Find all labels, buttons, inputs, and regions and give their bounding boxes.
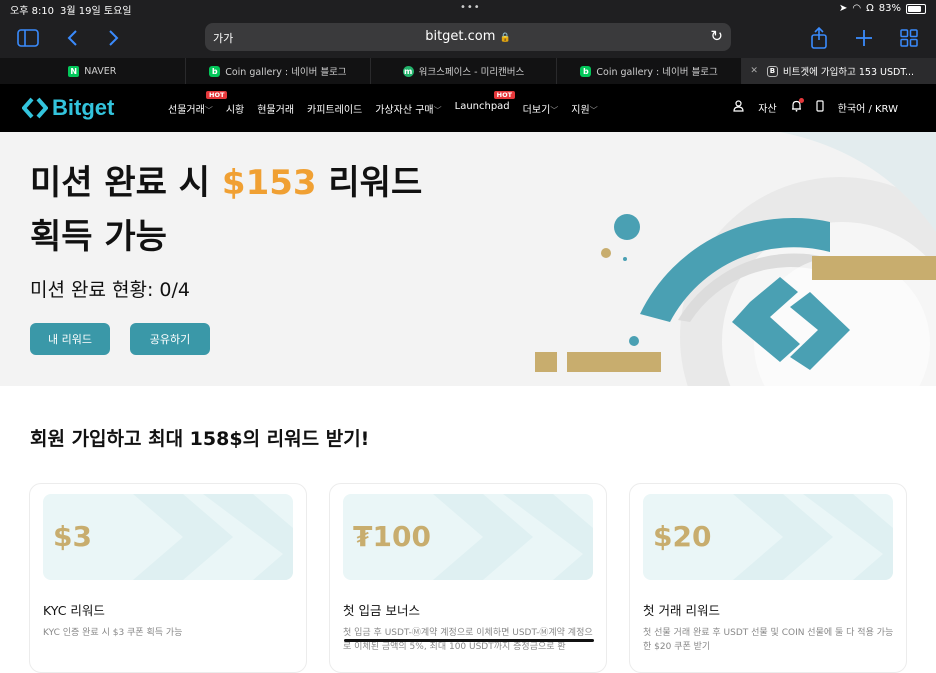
lock-icon: 🔒 <box>499 33 511 43</box>
header-actions: 자산 한국어 / KRW <box>733 98 898 115</box>
menu-label: 현물거래 <box>257 105 295 116</box>
hero-title-prefix: 미션 완료 시 <box>30 163 222 203</box>
menu-futures[interactable]: HOT 선물거래﹀ <box>168 91 228 116</box>
menu-support[interactable]: 지원﹀ <box>571 101 597 116</box>
reload-icon[interactable]: ↻ <box>710 27 723 45</box>
tab-bitget-active[interactable]: ✕ B 비트겟에 가입하고 153 USDT... <box>742 58 936 84</box>
logo-text: Bitget <box>52 95 115 120</box>
menu-label: 시황 <box>225 105 245 116</box>
hot-badge: HOT <box>206 91 228 99</box>
back-chevron-icon[interactable] <box>60 26 84 50</box>
browser-toolbar: 가가 bitget.com 🔒 ↻ <box>0 18 936 58</box>
bell-icon[interactable] <box>791 98 804 115</box>
main-menu: HOT 선물거래﹀ 시황 현물거래 카피트레이드 가상자산 구매﹀ HOT Laun… <box>168 91 611 116</box>
site-header: Bitget HOT 선물거래﹀ 시황 현물거래 카피트레이드 가상자산 구매﹀ … <box>0 84 936 132</box>
hero-title-amount: $153 <box>221 163 317 203</box>
url-text: bitget.com <box>425 29 496 44</box>
headphones-icon: Ω <box>866 3 874 14</box>
reward-card-first-deposit[interactable]: ₮100 첫 입금 보너스 첫 입금 후 USDT-Ⓜ계약 계정으로 이체하면 … <box>329 483 607 673</box>
menu-label: 지원 <box>571 105 590 116</box>
section-title: 회원 가입하고 최대 158$의 리워드 받기! <box>30 428 370 450</box>
forward-chevron-icon[interactable] <box>102 26 126 50</box>
share-icon[interactable] <box>807 26 831 50</box>
menu-buy-crypto[interactable]: 가상자산 구매﹀ <box>375 101 441 116</box>
naver-icon: N <box>68 65 80 77</box>
tab-title: NAVER <box>84 65 117 77</box>
menu-markets[interactable]: 시황 <box>226 101 244 116</box>
browser-tabs: N NAVER b Coin gallery : 네이버 블로그 m 워크스페이… <box>0 58 936 84</box>
multitask-dots[interactable]: ••• <box>460 2 481 13</box>
tab-coin-gallery-2[interactable]: b Coin gallery : 네이버 블로그 <box>557 58 743 84</box>
menu-more[interactable]: 더보기﹀ <box>523 101 559 116</box>
bitget-favicon-icon: B <box>766 65 778 77</box>
new-tab-icon[interactable] <box>852 26 876 50</box>
assets-link[interactable]: 자산 <box>758 100 776 115</box>
tab-workspace[interactable]: m 워크스페이스 - 미리캔버스 <box>371 58 557 84</box>
share-button[interactable]: 공유하기 <box>130 323 210 355</box>
tab-title: Coin gallery : 네이버 블로그 <box>225 67 347 78</box>
reward-card-first-trade[interactable]: $20 첫 거래 리워드 첫 선물 거래 완료 후 USDT 선물 및 COIN… <box>629 483 907 673</box>
card-amount: ₮100 <box>353 520 431 553</box>
reward-card-kyc[interactable]: $3 KYC 리워드 KYC 인증 완료 시 $3 쿠폰 획득 가능 <box>29 483 307 673</box>
chevron-down-icon: ﹀ <box>204 106 213 115</box>
tab-naver[interactable]: N NAVER <box>0 58 186 84</box>
card-description: KYC 인증 완료 시 $3 쿠폰 획득 가능 <box>43 628 183 638</box>
menu-label: 카피트레이드 <box>307 105 363 116</box>
bitget-logo-icon <box>22 97 48 119</box>
card-amount: $3 <box>53 520 92 553</box>
menu-label: 가상자산 구매 <box>375 105 434 116</box>
ios-status-bar: 오후 8:10 3월 19일 토요일 ••• ➤ ◠ Ω 83% <box>0 0 936 18</box>
chevron-down-icon: ﹀ <box>433 106 442 115</box>
sidebar-icon[interactable] <box>16 26 40 50</box>
blog-icon: b <box>209 65 221 77</box>
card-amount: $20 <box>653 520 712 553</box>
status-right: ➤ ◠ Ω 83% <box>839 3 926 14</box>
card-banner: $20 <box>643 494 893 580</box>
hero-title-suffix: 리워드 <box>316 163 423 203</box>
menu-copy-trade[interactable]: 카피트레이드 <box>307 101 362 116</box>
menu-launchpad[interactable]: HOT Launchpad <box>454 91 516 116</box>
language-selector[interactable]: 한국어 / KRW <box>838 100 898 115</box>
workspace-icon: m <box>402 65 414 77</box>
mobile-icon[interactable] <box>816 100 824 115</box>
tab-title: 워크스페이스 - 미리캔버스 <box>418 67 525 78</box>
hero-illustration <box>535 132 936 386</box>
tab-coin-gallery[interactable]: b Coin gallery : 네이버 블로그 <box>186 58 372 84</box>
url-host: bitget.com 🔒 <box>205 29 731 44</box>
hero-title: 미션 완료 시 $153 리워드 획득 가능 <box>30 156 422 264</box>
menu-label: 선물거래 <box>168 105 205 116</box>
notification-dot <box>798 98 804 103</box>
status-time: 오후 8:10 <box>10 5 55 17</box>
chevron-down-icon: ﹀ <box>589 106 598 115</box>
user-icon[interactable] <box>733 100 744 115</box>
card-title: KYC 리워드 <box>43 603 105 618</box>
tab-overview-icon[interactable] <box>897 26 921 50</box>
menu-label: Launchpad <box>454 101 510 112</box>
tab-title: Coin gallery : 네이버 블로그 <box>596 67 718 78</box>
battery-icon <box>906 3 926 14</box>
blog-icon: b <box>580 65 592 77</box>
menu-spot[interactable]: 현물거래 <box>257 101 294 116</box>
card-banner: ₮100 <box>343 494 593 580</box>
card-banner: $3 <box>43 494 293 580</box>
address-bar[interactable]: 가가 bitget.com 🔒 ↻ <box>205 23 731 51</box>
status-date: 3월 19일 토요일 <box>60 5 132 17</box>
mission-progress: 미션 완료 현황: 0/4 <box>30 279 190 301</box>
text-selection-bar <box>344 639 594 642</box>
menu-label: 더보기 <box>522 105 551 116</box>
chevron-down-icon: ﹀ <box>550 106 559 115</box>
close-tab-icon[interactable]: ✕ <box>750 66 758 76</box>
my-rewards-button[interactable]: 내 리워드 <box>30 323 110 355</box>
wifi-icon: ◠ <box>852 3 862 14</box>
hero-banner: 미션 완료 시 $153 리워드 획득 가능 미션 완료 현황: 0/4 내 리… <box>0 132 936 386</box>
tab-title: 비트겟에 가입하고 153 USDT... <box>782 67 915 78</box>
bitget-logo[interactable]: Bitget <box>22 95 114 121</box>
location-icon: ➤ <box>838 3 848 14</box>
battery-percent: 83% <box>878 3 901 14</box>
hot-badge: HOT <box>493 91 516 99</box>
hero-title-line2: 획득 가능 <box>30 217 167 257</box>
card-title: 첫 거래 리워드 <box>643 603 720 618</box>
card-title: 첫 입금 보너스 <box>343 603 420 618</box>
